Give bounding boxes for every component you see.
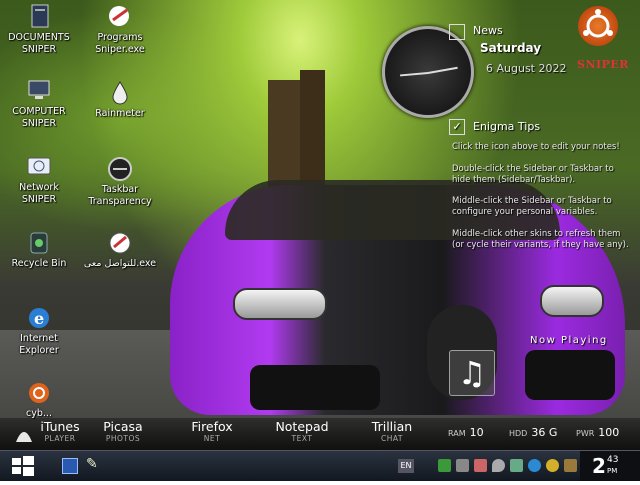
desktop-icon-contact-exe[interactable]: للتواصل معى.exe [82,230,158,270]
taskbar: ✎ EN 2 43 PM [0,450,640,481]
quicklaunch-pen-icon[interactable]: ✎ [86,456,98,472]
news-day: Saturday [480,41,542,55]
ubuntu-dock-icon[interactable] [14,424,34,444]
tips-title: Enigma Tips [473,120,541,133]
tips-line: Middle-click the Sidebar or Taskbar to [452,196,612,206]
tips-line: (or cycle their variants, if they have a… [452,240,629,250]
desktop-icon-programs[interactable]: Programs Sniper.exe [82,4,158,56]
desktop-icon-ubuntu[interactable]: cyb... [1,380,77,420]
taskbar-transparency-icon [107,156,133,182]
tray-monitor-icon[interactable] [456,459,469,472]
programs-icon [107,4,133,30]
dock-item-trillian[interactable]: Trillian CHAT [366,420,418,444]
ubuntu-logo-icon [578,6,618,46]
tree-trunk-2 [300,70,325,190]
dock-item-itunes[interactable]: iTunes PLAYER [36,420,84,444]
tips-line: Click the icon above to edit your notes! [452,142,620,152]
windows-logo-icon [12,456,34,476]
ram-stat: RAM 10 [448,426,484,439]
network-icon [26,154,52,180]
news-date: 6 August 2022 [486,62,567,75]
news-title: News [473,24,503,37]
now-playing-label: Now Playing [530,335,608,346]
tray-drop-icon[interactable] [492,459,505,472]
tips-line: configure your personal variables. [452,207,598,217]
dock-item-notepad[interactable]: Notepad TEXT [272,420,332,444]
quicklaunch-app-icon[interactable] [62,458,78,474]
tray-app-icon[interactable] [510,459,523,472]
ubuntu-icon [26,380,52,406]
car-headlight-right [540,285,604,317]
tray-tool-icon[interactable] [564,459,577,472]
car-headlight-left [233,288,327,320]
contact-exe-icon [107,230,133,256]
car-grille-left [250,365,380,410]
svg-text:e: e [34,309,44,328]
dock-bar: iTunes PLAYER Picasa PHOTOS Firefox NET … [0,418,640,450]
desktop-icon-taskbar-transparency[interactable]: Taskbar Transparency [82,156,158,208]
desktop-icon-internet-explorer[interactable]: e Internet Explorer [1,305,77,357]
desktop-icon-network[interactable]: Network SNIPER [1,154,77,206]
recycle-bin-icon [26,230,52,256]
news-icon[interactable] [449,24,465,40]
desktop-icon-rainmeter[interactable]: Rainmeter [82,80,158,120]
dock-item-picasa[interactable]: Picasa PHOTOS [98,420,148,444]
desktop-icon-documents[interactable]: DOCUMENTS SNIPER [1,4,77,56]
tips-line: hide them (Sidebar/Taskbar). [452,175,576,185]
documents-icon [26,4,52,30]
computer-icon [26,78,52,104]
taskbar-clock[interactable]: 2 43 PM [580,451,640,481]
car-grille-right [525,350,615,400]
sniper-logo-text: SNIPER [577,58,629,71]
desktop-icon-recycle-bin[interactable]: Recycle Bin [1,230,77,270]
tray-security-icon[interactable] [474,459,487,472]
tray-smiley-icon[interactable] [546,459,559,472]
tips-line: Middle-click other skins to refresh them [452,229,621,239]
rainmeter-icon [107,80,133,106]
music-note-icon[interactable]: ♫ [449,350,495,396]
internet-explorer-icon: e [26,305,52,331]
dock-item-firefox[interactable]: Firefox NET [186,420,238,444]
tray-browser-icon[interactable] [528,459,541,472]
language-indicator[interactable]: EN [398,459,414,473]
clock-hour-hand [400,72,429,77]
clock-minute-hand [427,66,458,74]
tips-line: Double-click the Sidebar or Taskbar to [452,164,614,174]
tips-checkbox-icon[interactable]: ✓ [449,119,465,135]
start-button[interactable] [0,451,46,481]
hdd-stat: HDD 36 G [509,426,558,439]
tray-network-icon[interactable] [438,459,451,472]
power-stat: PWR 100 [576,426,620,439]
desktop-icon-computer[interactable]: COMPUTER SNIPER [1,78,77,130]
